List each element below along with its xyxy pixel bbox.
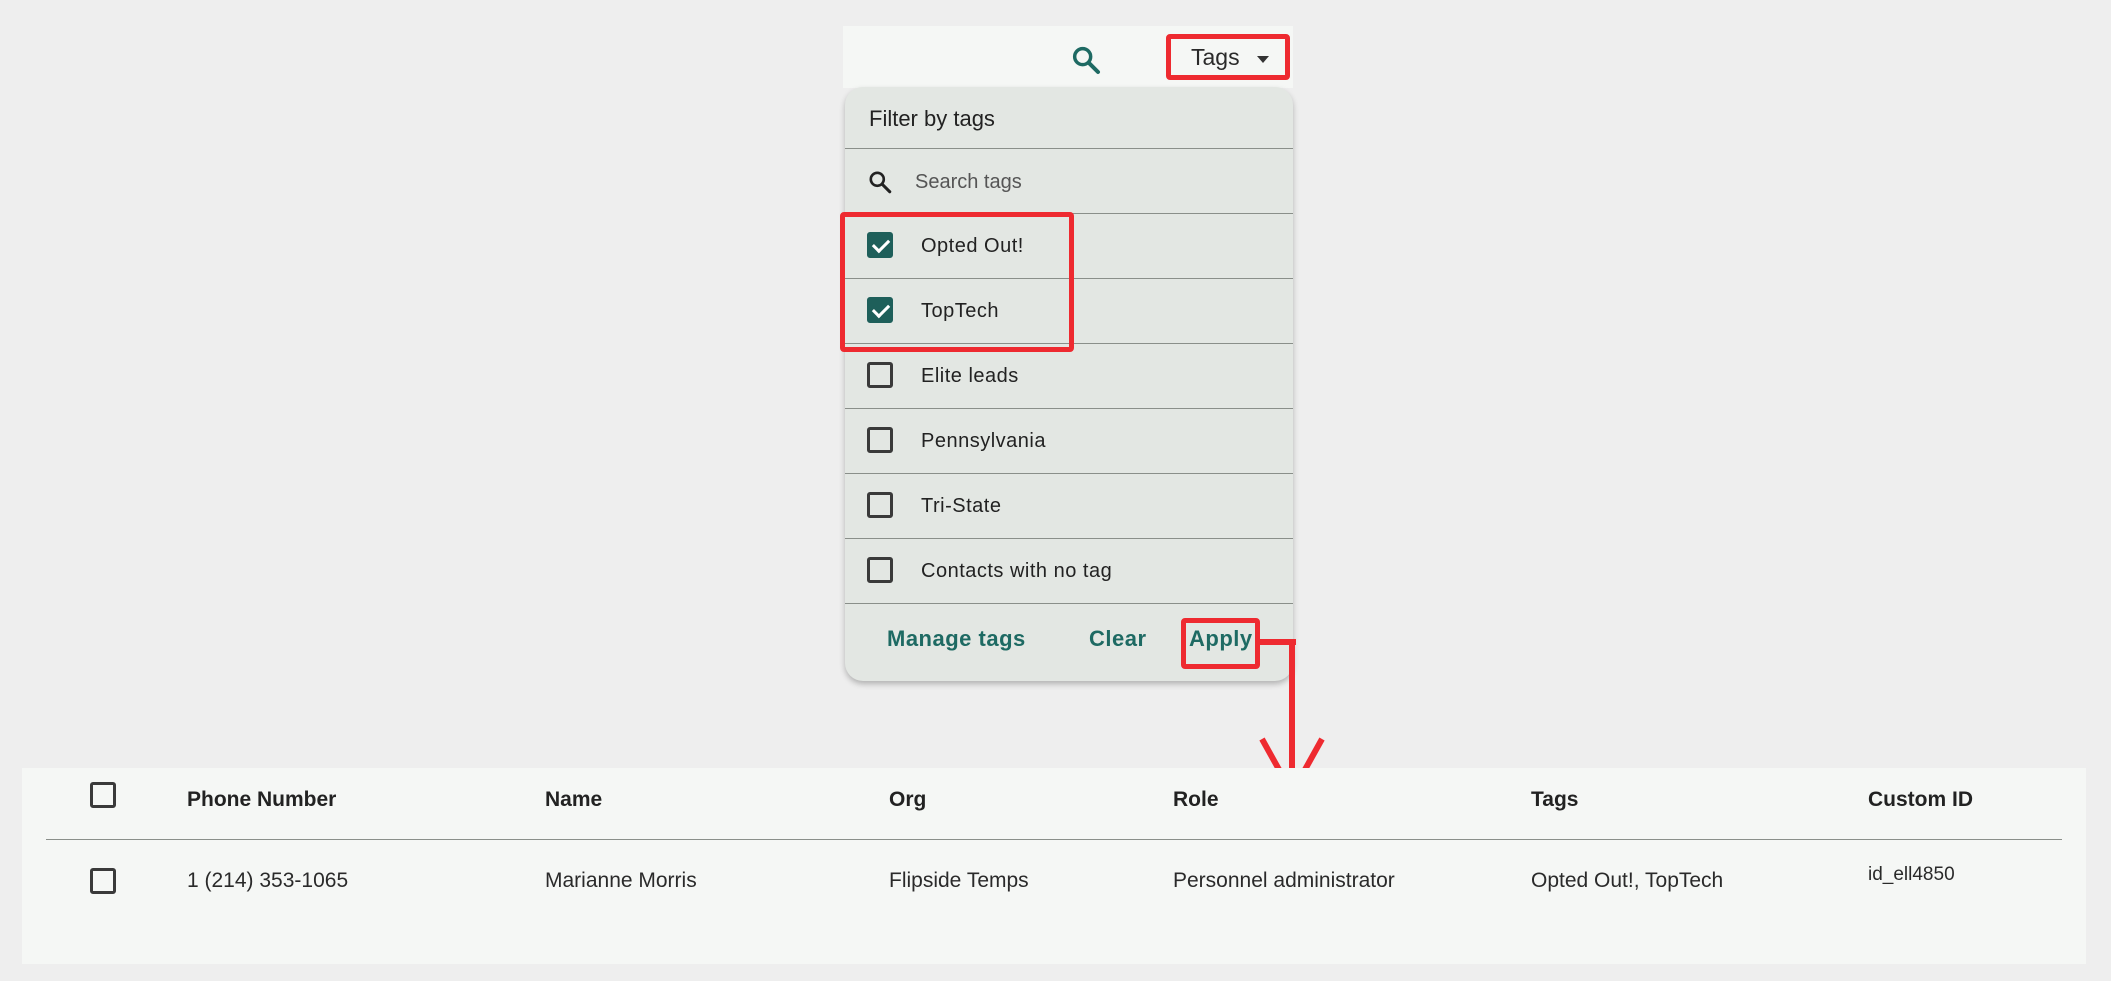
tag-option-label: Pennsylvania (921, 430, 1046, 452)
checkbox-unchecked[interactable] (867, 427, 893, 453)
column-header-org[interactable]: Org (889, 788, 926, 812)
column-header-role[interactable]: Role (1173, 788, 1219, 812)
cell-role: Personnel administrator (1173, 869, 1395, 892)
search-icon (1072, 46, 1100, 74)
caret-down-icon (1257, 56, 1269, 63)
tag-option-label: Elite leads (921, 365, 1019, 387)
search-icon (869, 171, 892, 194)
tag-option-tri-state[interactable]: Tri-State (845, 474, 1293, 539)
clear-button[interactable]: Clear (1089, 626, 1147, 652)
row-checkbox[interactable] (90, 868, 116, 894)
column-header-tags[interactable]: Tags (1531, 788, 1578, 812)
tag-search-input[interactable] (913, 161, 1267, 203)
tags-button-label: Tags (1191, 43, 1240, 70)
cell-name: Marianne Morris (545, 869, 697, 892)
dropdown-title: Filter by tags (845, 87, 1293, 149)
tags-filter-button[interactable]: Tags (1166, 34, 1290, 80)
header-divider (46, 839, 2062, 840)
tag-option-elite-leads[interactable]: Elite leads (845, 344, 1293, 409)
checked-tags-highlight (840, 212, 1074, 352)
tag-search-row (845, 149, 1293, 214)
column-header-custom-id[interactable]: Custom ID (1868, 788, 1973, 812)
manage-tags-button[interactable]: Manage tags (887, 626, 1026, 652)
cell-custom-id: id_ell4850 (1868, 864, 1955, 885)
cell-org: Flipside Temps (889, 869, 1029, 892)
checkbox-unchecked[interactable] (867, 492, 893, 518)
checkbox-unchecked[interactable] (867, 557, 893, 583)
column-header-name[interactable]: Name (545, 788, 602, 812)
column-header-phone[interactable]: Phone Number (187, 788, 336, 812)
apply-highlight (1181, 618, 1260, 669)
tag-option-label: Contacts with no tag (921, 560, 1113, 582)
search-button[interactable] (1066, 40, 1106, 80)
tag-option-label: Tri-State (921, 495, 1002, 517)
cell-tags: Opted Out!, TopTech (1531, 869, 1724, 892)
tag-filter-dropdown: Filter by tags Opted Out! TopTech Elite … (845, 87, 1293, 681)
contacts-table: Phone Number Name Org Role Tags Custom I… (22, 768, 2086, 964)
select-all-checkbox[interactable] (90, 782, 116, 808)
cell-phone: 1 (214) 353-1065 (187, 869, 349, 892)
tag-option-no-tag[interactable]: Contacts with no tag (845, 539, 1293, 604)
checkbox-unchecked[interactable] (867, 362, 893, 388)
tag-option-pennsylvania[interactable]: Pennsylvania (845, 409, 1293, 474)
